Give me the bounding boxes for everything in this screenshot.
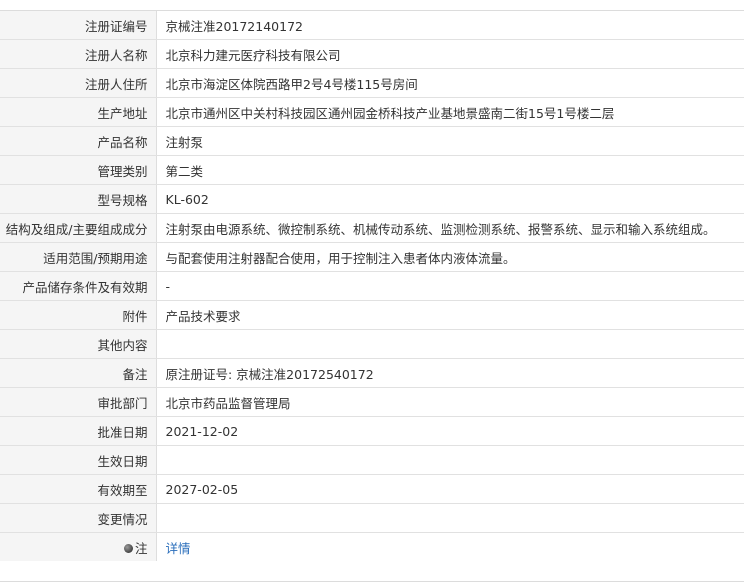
row-registrant-name: 注册人名称 北京科力建元医疗科技有限公司 xyxy=(0,39,744,69)
label-attachment: 附件 xyxy=(0,300,157,330)
value-remarks: 原注册证号: 京械注准20172540172 xyxy=(156,358,744,388)
value-registrant-name: 北京科力建元医疗科技有限公司 xyxy=(156,39,744,69)
value-registrant-address: 北京市海淀区体院西路甲2号4号楼115号房间 xyxy=(156,68,744,98)
row-model-spec: 型号规格 KL-602 xyxy=(0,184,744,214)
value-model-spec: KL-602 xyxy=(156,184,744,214)
row-approval-department: 审批部门 北京市药品监督管理局 xyxy=(0,387,744,417)
label-remarks: 备注 xyxy=(0,358,157,388)
row-attachment: 附件 产品技术要求 xyxy=(0,300,744,330)
row-product-name: 产品名称 注射泵 xyxy=(0,126,744,156)
row-intended-use: 适用范围/预期用途 与配套使用注射器配合使用，用于控制注入患者体内液体流量。 xyxy=(0,242,744,272)
row-production-address: 生产地址 北京市通州区中关村科技园区通州园金桥科技产业基地景盛南二街15号1号楼… xyxy=(0,97,744,127)
label-production-address: 生产地址 xyxy=(0,97,157,127)
note-bullet-icon xyxy=(123,543,133,553)
value-structure-composition: 注射泵由电源系统、微控制系统、机械传动系统、监测检测系统、报警系统、显示和输入系… xyxy=(156,213,744,243)
value-other-content xyxy=(156,329,744,359)
row-other-content: 其他内容 xyxy=(0,329,744,359)
value-expiry-date: 2027-02-05 xyxy=(156,474,744,504)
label-structure-composition: 结构及组成/主要组成成分 xyxy=(0,213,157,243)
label-approval-department: 审批部门 xyxy=(0,387,157,417)
row-remarks: 备注 原注册证号: 京械注准20172540172 xyxy=(0,358,744,388)
row-approval-date: 批准日期 2021-12-02 xyxy=(0,416,744,446)
value-note: 详情 xyxy=(156,533,744,562)
label-other-content: 其他内容 xyxy=(0,329,157,359)
row-expiry-date: 有效期至 2027-02-05 xyxy=(0,474,744,504)
value-registration-number: 京械注准20172140172 xyxy=(156,11,744,40)
value-management-category: 第二类 xyxy=(156,155,744,185)
row-management-category: 管理类别 第二类 xyxy=(0,155,744,185)
label-expiry-date: 有效期至 xyxy=(0,474,157,504)
label-intended-use: 适用范围/预期用途 xyxy=(0,242,157,272)
label-storage-validity: 产品储存条件及有效期 xyxy=(0,271,157,301)
label-model-spec: 型号规格 xyxy=(0,184,157,214)
value-change-status xyxy=(156,503,744,533)
label-management-category: 管理类别 xyxy=(0,155,157,185)
value-attachment: 产品技术要求 xyxy=(156,300,744,330)
registration-detail-panel: 注册证编号 京械注准20172140172 注册人名称 北京科力建元医疗科技有限… xyxy=(0,10,744,582)
note-label-text: 注 xyxy=(134,540,148,556)
value-approval-department: 北京市药品监督管理局 xyxy=(156,387,744,417)
row-effective-date: 生效日期 xyxy=(0,445,744,475)
row-storage-validity: 产品储存条件及有效期 - xyxy=(0,271,744,301)
label-change-status: 变更情况 xyxy=(0,503,157,533)
value-product-name: 注射泵 xyxy=(156,126,744,156)
label-product-name: 产品名称 xyxy=(0,126,157,156)
value-effective-date xyxy=(156,445,744,475)
label-registrant-address: 注册人住所 xyxy=(0,68,157,98)
label-registrant-name: 注册人名称 xyxy=(0,39,157,69)
label-registration-number: 注册证编号 xyxy=(0,11,157,40)
label-effective-date: 生效日期 xyxy=(0,445,157,475)
label-approval-date: 批准日期 xyxy=(0,416,157,446)
row-note: 注 详情 xyxy=(0,532,744,562)
row-change-status: 变更情况 xyxy=(0,503,744,533)
row-registration-number: 注册证编号 京械注准20172140172 xyxy=(0,11,744,40)
value-approval-date: 2021-12-02 xyxy=(156,416,744,446)
value-intended-use: 与配套使用注射器配合使用，用于控制注入患者体内液体流量。 xyxy=(156,242,744,272)
registration-detail-table: 注册证编号 京械注准20172140172 注册人名称 北京科力建元医疗科技有限… xyxy=(0,11,744,561)
value-storage-validity: - xyxy=(156,271,744,301)
details-link[interactable]: 详情 xyxy=(166,541,191,556)
label-note: 注 xyxy=(0,532,157,561)
row-registrant-address: 注册人住所 北京市海淀区体院西路甲2号4号楼115号房间 xyxy=(0,68,744,98)
row-structure-composition: 结构及组成/主要组成成分 注射泵由电源系统、微控制系统、机械传动系统、监测检测系… xyxy=(0,213,744,243)
value-production-address: 北京市通州区中关村科技园区通州园金桥科技产业基地景盛南二街15号1号楼二层 xyxy=(156,97,744,127)
